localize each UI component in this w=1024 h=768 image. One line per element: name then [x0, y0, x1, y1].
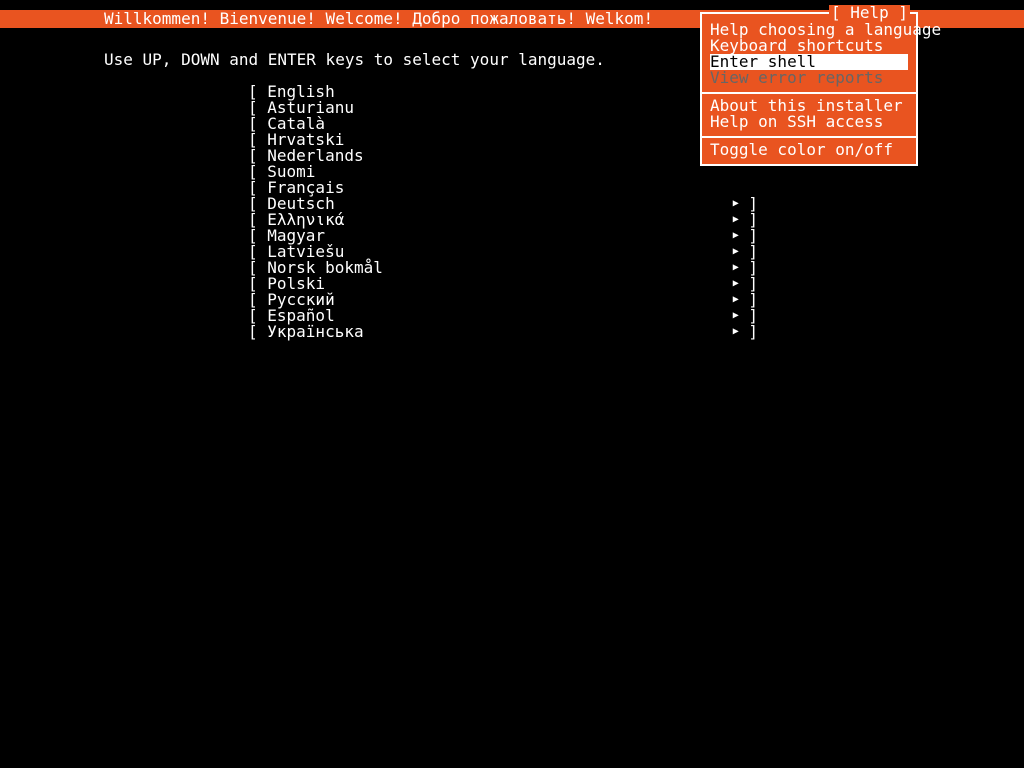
language-item[interactable]: [ Nederlands▶ ]	[248, 148, 758, 164]
help-section: Help choosing a languageKeyboard shortcu…	[702, 14, 916, 92]
help-item: View error reports	[710, 70, 908, 86]
help-popup-title: [ Help ]	[829, 5, 910, 21]
help-popup: [ Help ] Help choosing a languageKeyboar…	[700, 12, 918, 166]
help-section: About this installerHelp on SSH access	[702, 94, 916, 136]
language-list: [ English▶ ][ Asturianu▶ ][ Català▶ ][ H…	[248, 84, 758, 340]
language-label: [ Українська	[248, 324, 364, 340]
help-section: Toggle color on/off	[702, 138, 916, 164]
submenu-arrow-icon: ▶ ]	[733, 324, 758, 340]
language-item[interactable]: [ Українська ▶ ]	[248, 324, 758, 340]
help-item[interactable]: Toggle color on/off	[710, 142, 908, 158]
help-item[interactable]: Help on SSH access	[710, 114, 908, 130]
header-title: Willkommen! Bienvenue! Welcome! Добро по…	[104, 11, 653, 27]
instruction-text: Use UP, DOWN and ENTER keys to select yo…	[104, 52, 605, 68]
